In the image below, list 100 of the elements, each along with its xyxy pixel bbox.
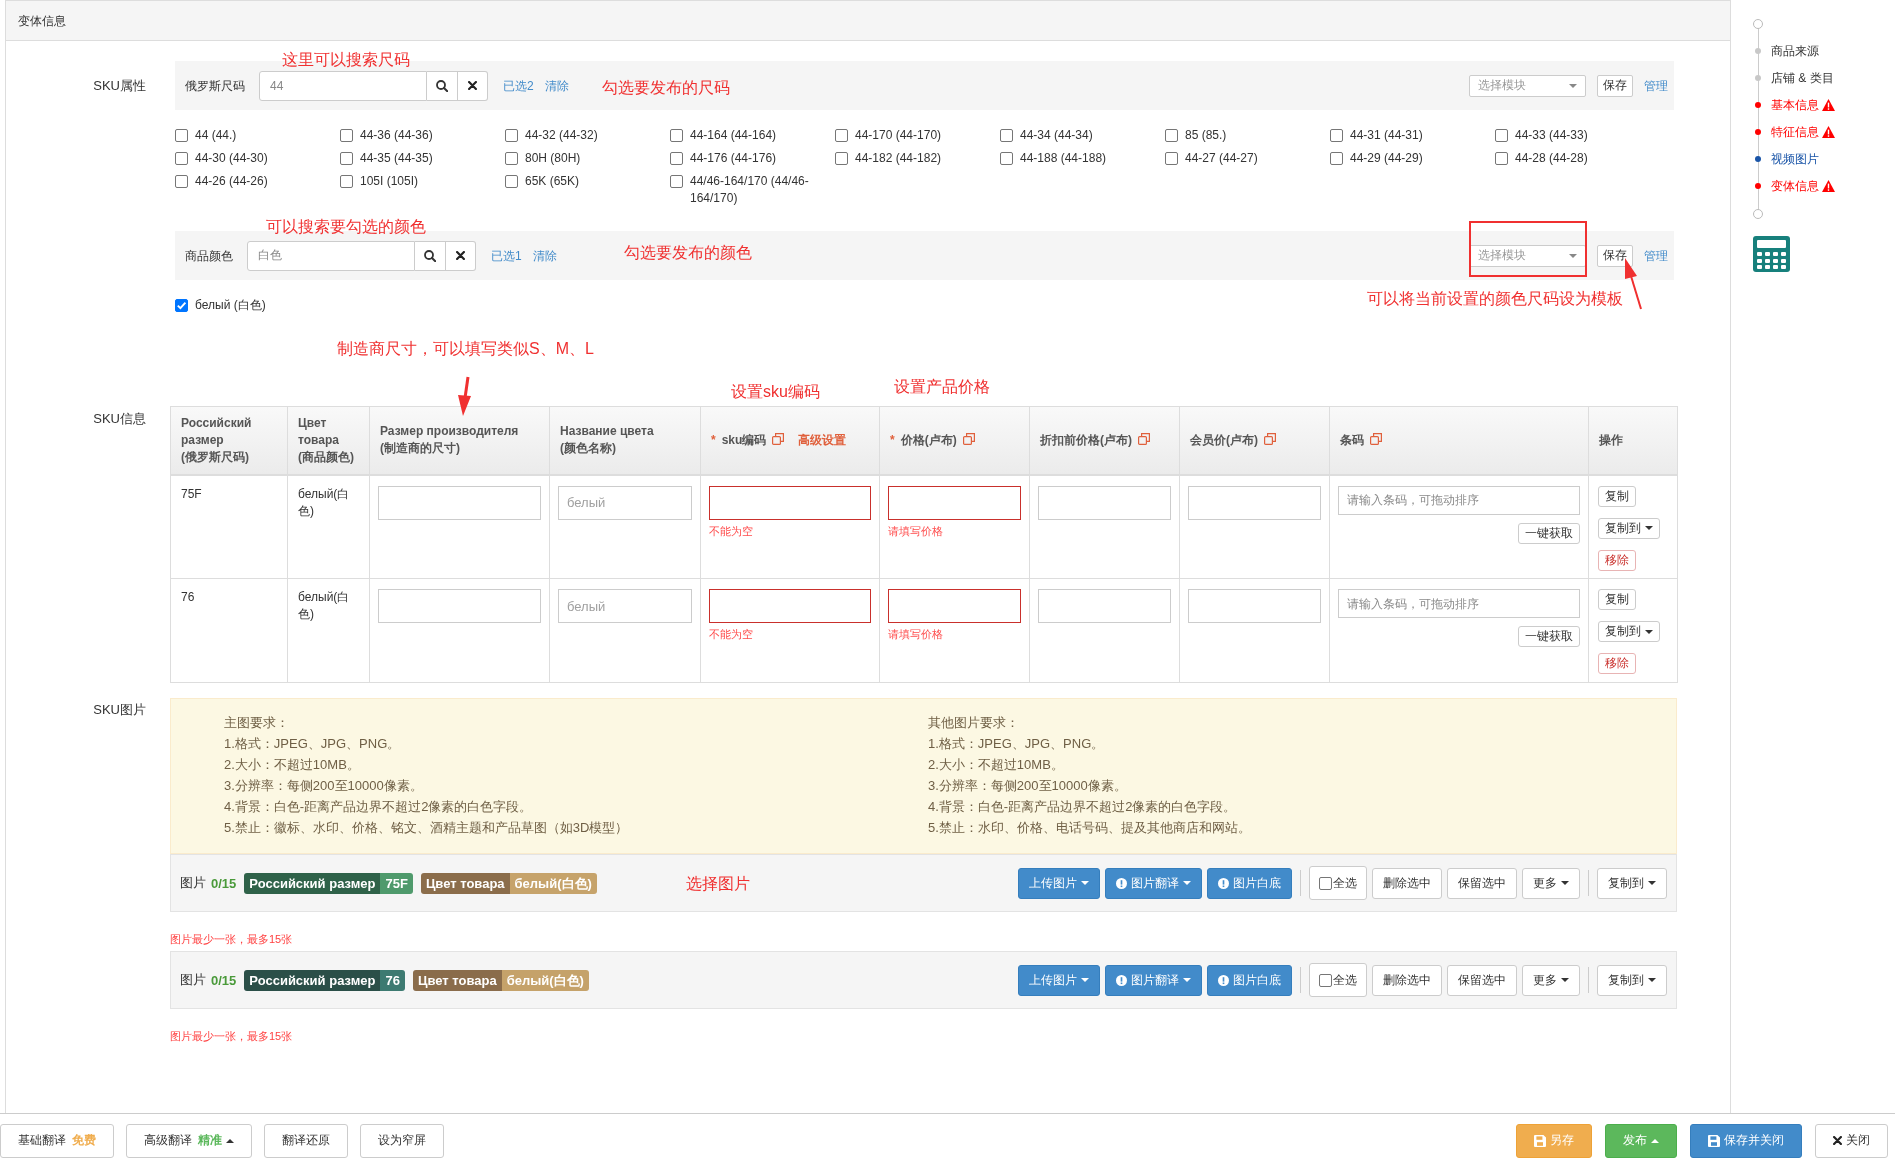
footer-button[interactable]: 关闭 <box>1815 1123 1888 1158</box>
toolbar-button[interactable]: 更多 <box>1522 964 1580 996</box>
selected-count-link[interactable]: 已选1 <box>491 248 522 263</box>
barcode-field[interactable]: 请输入条码，可拖动排序 <box>1338 485 1580 515</box>
select-all-button[interactable]: 全选 <box>1309 963 1367 997</box>
checkbox[interactable] <box>1495 129 1508 142</box>
toolbar-button[interactable]: 复制到 <box>1597 964 1667 996</box>
save-button[interactable]: 保存 <box>1597 244 1633 267</box>
footer-button[interactable]: 设为窄屏 <box>360 1123 444 1158</box>
requirement-line: 5.禁止：水印、价格、电话号码、提及其他商店和网站。 <box>928 820 1251 835</box>
checkbox[interactable] <box>670 152 683 165</box>
clear-link[interactable]: 清除 <box>532 248 557 263</box>
toolbar-button[interactable]: 图片白底 <box>1207 867 1292 899</box>
manage-link[interactable]: 管理 <box>1644 78 1668 93</box>
input-field[interactable] <box>888 485 1021 520</box>
checkbox[interactable] <box>1330 129 1343 142</box>
checkbox[interactable] <box>835 152 848 165</box>
row-action-button[interactable]: 移除 <box>1598 653 1636 674</box>
column-header: 条码 <box>1340 432 1364 447</box>
checkbox[interactable] <box>835 129 848 142</box>
option-label: 44-33 (44-33) <box>1515 127 1588 144</box>
clear-link[interactable]: 清除 <box>544 78 569 93</box>
checkbox[interactable] <box>670 175 683 188</box>
toolbar-button[interactable]: 复制到 <box>1597 867 1667 899</box>
clear-button[interactable] <box>446 240 476 271</box>
nav-link[interactable]: 商品来源 <box>1771 43 1819 58</box>
checkbox[interactable] <box>1165 129 1178 142</box>
fetch-button[interactable]: 一键获取 <box>1518 522 1580 544</box>
row-action-button[interactable]: 复制 <box>1598 589 1636 610</box>
copy-icon[interactable] <box>1370 432 1382 445</box>
toolbar-button[interactable]: 图片白底 <box>1207 964 1292 996</box>
input-field[interactable] <box>888 589 1021 623</box>
note-label: 精准 <box>198 1132 222 1149</box>
toolbar-button[interactable]: 删除选中 <box>1372 964 1442 996</box>
toolbar-button[interactable]: 删除选中 <box>1372 867 1442 899</box>
calculator-icon[interactable] <box>1753 236 1790 272</box>
save-button[interactable]: 保存 <box>1597 74 1633 97</box>
toolbar-button[interactable]: 保留选中 <box>1447 867 1517 899</box>
checkbox[interactable] <box>340 175 353 188</box>
footer-button[interactable]: 保存并关闭 <box>1690 1123 1802 1158</box>
selected-count-link[interactable]: 已选2 <box>503 78 534 93</box>
copy-icon[interactable] <box>1138 432 1150 445</box>
toolbar-button[interactable]: 图片翻译 <box>1105 867 1202 899</box>
checkbox[interactable] <box>175 299 188 312</box>
footer-button[interactable]: 高级翻译 精准 <box>126 1123 252 1158</box>
toolbar-button[interactable]: 图片翻译 <box>1105 964 1202 996</box>
barcode-field[interactable]: 请输入条码，可拖动排序 <box>1338 589 1580 618</box>
requirement-line: 1.格式：JPEG、JPG、PNG。 <box>928 736 1105 751</box>
copy-icon[interactable] <box>962 432 975 445</box>
nav-link[interactable]: 视频图片 <box>1771 151 1819 166</box>
arrow <box>458 376 471 416</box>
nav-link[interactable]: 基本信息 <box>1771 97 1819 112</box>
copy-icon[interactable] <box>772 432 785 445</box>
option-label: белый (白色) <box>195 297 266 314</box>
checkbox[interactable] <box>1319 973 1332 987</box>
toolbar-button[interactable]: 更多 <box>1522 867 1580 899</box>
option-label: 80H (80H) <box>525 150 581 167</box>
copy-icon[interactable] <box>1264 432 1276 445</box>
table-cell: 76 <box>170 578 288 683</box>
fetch-button[interactable]: 一键获取 <box>1518 626 1580 647</box>
nav-link[interactable]: 变体信息 <box>1771 178 1819 193</box>
toolbar-button[interactable]: 上传图片 <box>1018 964 1100 996</box>
checkbox[interactable] <box>175 152 188 165</box>
input-field[interactable] <box>709 485 871 520</box>
checkbox[interactable] <box>1165 152 1178 165</box>
clear-button[interactable] <box>458 70 488 101</box>
select-all-button[interactable]: 全选 <box>1309 866 1367 900</box>
search-field[interactable]: 白色 <box>247 240 415 271</box>
checkbox[interactable] <box>505 152 518 165</box>
checkbox[interactable] <box>1000 129 1013 142</box>
footer-button[interactable]: 基础翻译 免费 <box>0 1123 114 1158</box>
checkbox[interactable] <box>340 129 353 142</box>
footer-button[interactable]: 翻译还原 <box>264 1123 348 1158</box>
checkbox[interactable] <box>340 152 353 165</box>
error-message: 不能为空 <box>709 524 753 537</box>
checkbox[interactable] <box>1495 152 1508 165</box>
search-button[interactable] <box>427 70 458 101</box>
option-label: 44-27 (44-27) <box>1185 150 1258 167</box>
toolbar-button[interactable]: 上传图片 <box>1018 867 1100 899</box>
row-action-button[interactable]: 复制 <box>1598 485 1636 507</box>
checkbox[interactable] <box>505 175 518 188</box>
checkbox[interactable] <box>1319 876 1332 890</box>
checkbox[interactable] <box>1330 152 1343 165</box>
nav-link[interactable]: 特征信息 <box>1771 124 1819 139</box>
checkbox[interactable] <box>505 129 518 142</box>
row-action-button[interactable]: 移除 <box>1598 549 1636 571</box>
search-button[interactable] <box>415 240 446 271</box>
checkbox[interactable] <box>670 129 683 142</box>
nav-link[interactable]: 店铺 & 类目 <box>1771 70 1834 85</box>
option-label: 44-34 (44-34) <box>1020 127 1093 144</box>
toolbar-button[interactable]: 保留选中 <box>1447 964 1517 996</box>
checkbox[interactable] <box>175 129 188 142</box>
input-field[interactable] <box>709 589 871 623</box>
row-action-button[interactable]: 复制到 <box>1598 517 1660 539</box>
checkbox[interactable] <box>1000 152 1013 165</box>
row-action-button[interactable]: 复制到 <box>1598 621 1660 642</box>
manage-link[interactable]: 管理 <box>1644 248 1668 263</box>
search-field[interactable]: 44 <box>259 70 427 101</box>
checkbox[interactable] <box>175 175 188 188</box>
annotation-text: 勾选要发布的颜色 <box>624 244 752 262</box>
